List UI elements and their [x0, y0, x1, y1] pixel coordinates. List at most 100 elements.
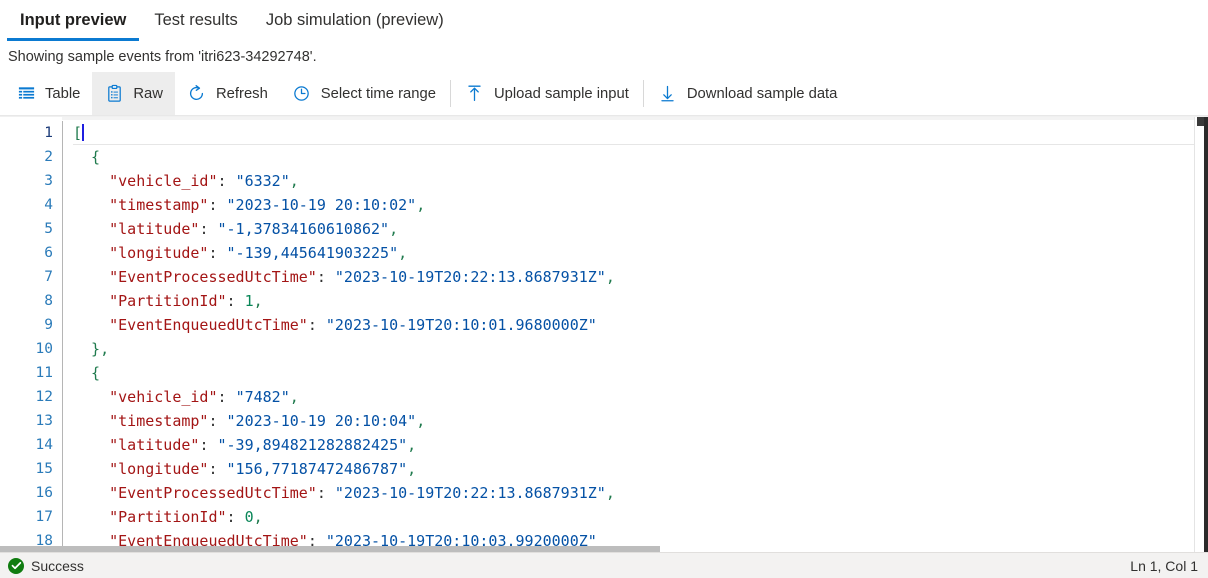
command-separator: [642, 80, 644, 107]
code-token: :: [208, 412, 227, 430]
code-line[interactable]: {: [73, 145, 1208, 169]
raw-json-editor[interactable]: 1 2 3 4 5 6 7 8 9 10 11 12 13 14 15 16 17 18 [ { "vehicle…: [0, 116, 1208, 552]
code-token: {: [73, 364, 101, 382]
code-token: ,: [605, 268, 615, 286]
code-line[interactable]: [: [73, 121, 1208, 145]
code-token: "2023-10-19 20:10:04": [226, 412, 417, 430]
horizontal-scrollbar-thumb[interactable]: [0, 546, 660, 552]
line-number: 15: [35, 461, 53, 477]
code-line[interactable]: {: [73, 361, 1208, 385]
code-line[interactable]: "EventProcessedUtcTime": "2023-10-19T20:…: [73, 265, 1208, 289]
code-line[interactable]: "vehicle_id": "7482",: [73, 385, 1208, 409]
code-token: "longitude": [109, 244, 209, 262]
code-line[interactable]: "vehicle_id": "6332",: [73, 169, 1208, 193]
code-token: ,: [289, 388, 299, 406]
download-icon: [658, 84, 678, 104]
code-line[interactable]: "latitude": "-1,37834160610862",: [73, 217, 1208, 241]
refresh-icon: [187, 84, 207, 104]
code-token: :: [217, 388, 236, 406]
code-token: "PartitionId": [109, 292, 227, 310]
code-token: ,: [407, 436, 417, 454]
input-preview-panel: Input preview Test results Job simulation …: [0, 0, 1208, 578]
line-number: 9: [44, 317, 53, 333]
code-token: :: [208, 196, 227, 214]
editor-horizontal-scrollbar[interactable]: [0, 546, 1194, 552]
code-token: "EventProcessedUtcTime": [109, 268, 317, 286]
line-number: 14: [35, 437, 53, 453]
cursor-position-label: Ln 1, Col 1: [1130, 557, 1198, 574]
code-token: "vehicle_id": [109, 172, 218, 190]
code-token: "EventProcessedUtcTime": [109, 484, 317, 502]
status-message-label: Success: [31, 557, 84, 574]
line-number: 10: [35, 341, 53, 357]
command-label: Table: [45, 85, 81, 102]
tab-label: Test results: [154, 11, 238, 29]
code-token: :: [226, 292, 245, 310]
line-number: 4: [44, 197, 53, 213]
code-token: [: [73, 124, 83, 142]
code-line[interactable]: "PartitionId": 1,: [73, 289, 1208, 313]
code-token: :: [208, 244, 227, 262]
code-line[interactable]: "longitude": "-139,445641903225",: [73, 241, 1208, 265]
code-token: "longitude": [109, 460, 209, 478]
code-token: :: [208, 460, 227, 478]
tab-strip: Input preview Test results Job simulation …: [0, 0, 1208, 42]
sample-source-description: Showing sample events from 'itri623-3429…: [8, 49, 317, 65]
code-token: "-139,445641903225": [226, 244, 399, 262]
code-line[interactable]: "EventProcessedUtcTime": "2023-10-19T20:…: [73, 481, 1208, 505]
tab-label: Job simulation (preview): [265, 11, 444, 29]
line-number: 17: [35, 509, 53, 525]
command-label: Select time range: [320, 85, 436, 102]
code-token: 1: [244, 292, 254, 310]
code-token: ,: [605, 484, 615, 502]
command-upload-sample-input[interactable]: Upload sample input: [453, 72, 641, 115]
code-token: "7482": [235, 388, 290, 406]
table-icon: [16, 84, 36, 104]
code-token: {: [73, 148, 101, 166]
code-token: "-39,894821282882425": [217, 436, 408, 454]
tab-job-simulation-preview[interactable]: Job simulation (preview): [252, 0, 458, 41]
code-token: ,: [407, 460, 417, 478]
tab-input-preview[interactable]: Input preview: [6, 0, 140, 41]
code-line[interactable]: "longitude": "156,77187472486787",: [73, 457, 1208, 481]
code-token: ,: [389, 220, 399, 238]
code-token: "latitude": [109, 436, 200, 454]
code-line[interactable]: },: [73, 337, 1208, 361]
code-line[interactable]: "EventEnqueuedUtcTime": "2023-10-19T20:1…: [73, 313, 1208, 337]
code-line[interactable]: "timestamp": "2023-10-19 20:10:02",: [73, 193, 1208, 217]
tab-test-results[interactable]: Test results: [140, 0, 251, 41]
command-separator: [449, 80, 451, 107]
code-line[interactable]: "timestamp": "2023-10-19 20:10:04",: [73, 409, 1208, 433]
command-table[interactable]: Table: [4, 72, 92, 115]
command-download-sample-data[interactable]: Download sample data: [646, 72, 850, 115]
command-label: Download sample data: [686, 85, 838, 102]
command-refresh[interactable]: Refresh: [175, 72, 280, 115]
editor-right-edge: [1204, 117, 1208, 552]
status-message-group: Success: [8, 557, 84, 574]
code-token: :: [199, 220, 218, 238]
line-number: 7: [44, 269, 53, 285]
code-token: "6332": [235, 172, 290, 190]
code-token: "156,77187472486787": [226, 460, 408, 478]
command-raw[interactable]: Raw: [92, 72, 175, 115]
code-line[interactable]: "PartitionId": 0,: [73, 505, 1208, 529]
code-line[interactable]: "latitude": "-39,894821282882425",: [73, 433, 1208, 457]
line-number: 11: [35, 365, 53, 381]
line-number: 1: [44, 125, 53, 141]
line-number: 16: [35, 485, 53, 501]
clock-icon: [292, 84, 312, 104]
code-token: "latitude": [109, 220, 200, 238]
code-token: "2023-10-19T20:22:13.8687931Z": [334, 268, 606, 286]
code-token: "2023-10-19T20:10:01.9680000Z": [325, 316, 597, 334]
code-content[interactable]: [ { "vehicle_id": "6332", "timestamp": "…: [63, 117, 1208, 552]
command-select-time-range[interactable]: Select time range: [280, 72, 448, 115]
text-caret: [82, 124, 85, 141]
code-token: ,: [398, 244, 408, 262]
